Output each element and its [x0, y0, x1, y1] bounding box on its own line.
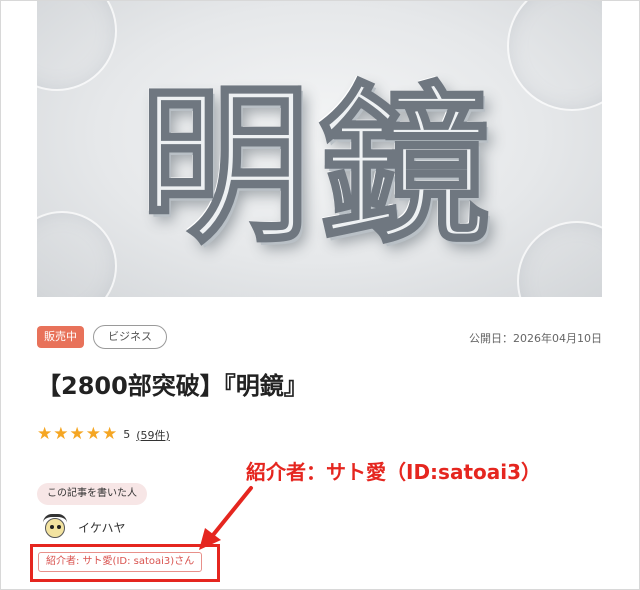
star-icon: ★: [102, 424, 118, 444]
hero-title-art: 明鏡: [138, 65, 500, 268]
author-row[interactable]: イケハヤ: [40, 514, 126, 540]
star-icon: ★: [37, 424, 53, 444]
star-icon: ★: [85, 424, 101, 444]
rating-count-link[interactable]: (59件): [136, 427, 170, 443]
author-name[interactable]: イケハヤ: [78, 519, 126, 536]
author-section-label: この記事を書いた人: [37, 483, 147, 505]
referrer-tag: 紹介者: サト愛(ID: satoai3)さん: [38, 552, 203, 572]
star-icon: ★: [53, 424, 69, 444]
star-icon: ★: [69, 424, 85, 444]
hero-image[interactable]: 明鏡: [37, 1, 602, 297]
avatar[interactable]: [40, 514, 68, 540]
article-title: 【2800部突破】『明鏡』: [37, 372, 308, 400]
callout-annotation: 紹介者：サト愛（ID:satoai3）: [246, 460, 542, 484]
publish-date: 公開日：2026年04月10日: [469, 332, 602, 345]
rating-score: 5: [123, 428, 131, 441]
category-chip[interactable]: ビジネス: [93, 325, 167, 349]
rating: ★ ★ ★ ★ ★ 5 (59件): [37, 426, 170, 443]
callout-arrow-icon: [199, 486, 253, 550]
status-badge: 販売中: [37, 326, 84, 348]
